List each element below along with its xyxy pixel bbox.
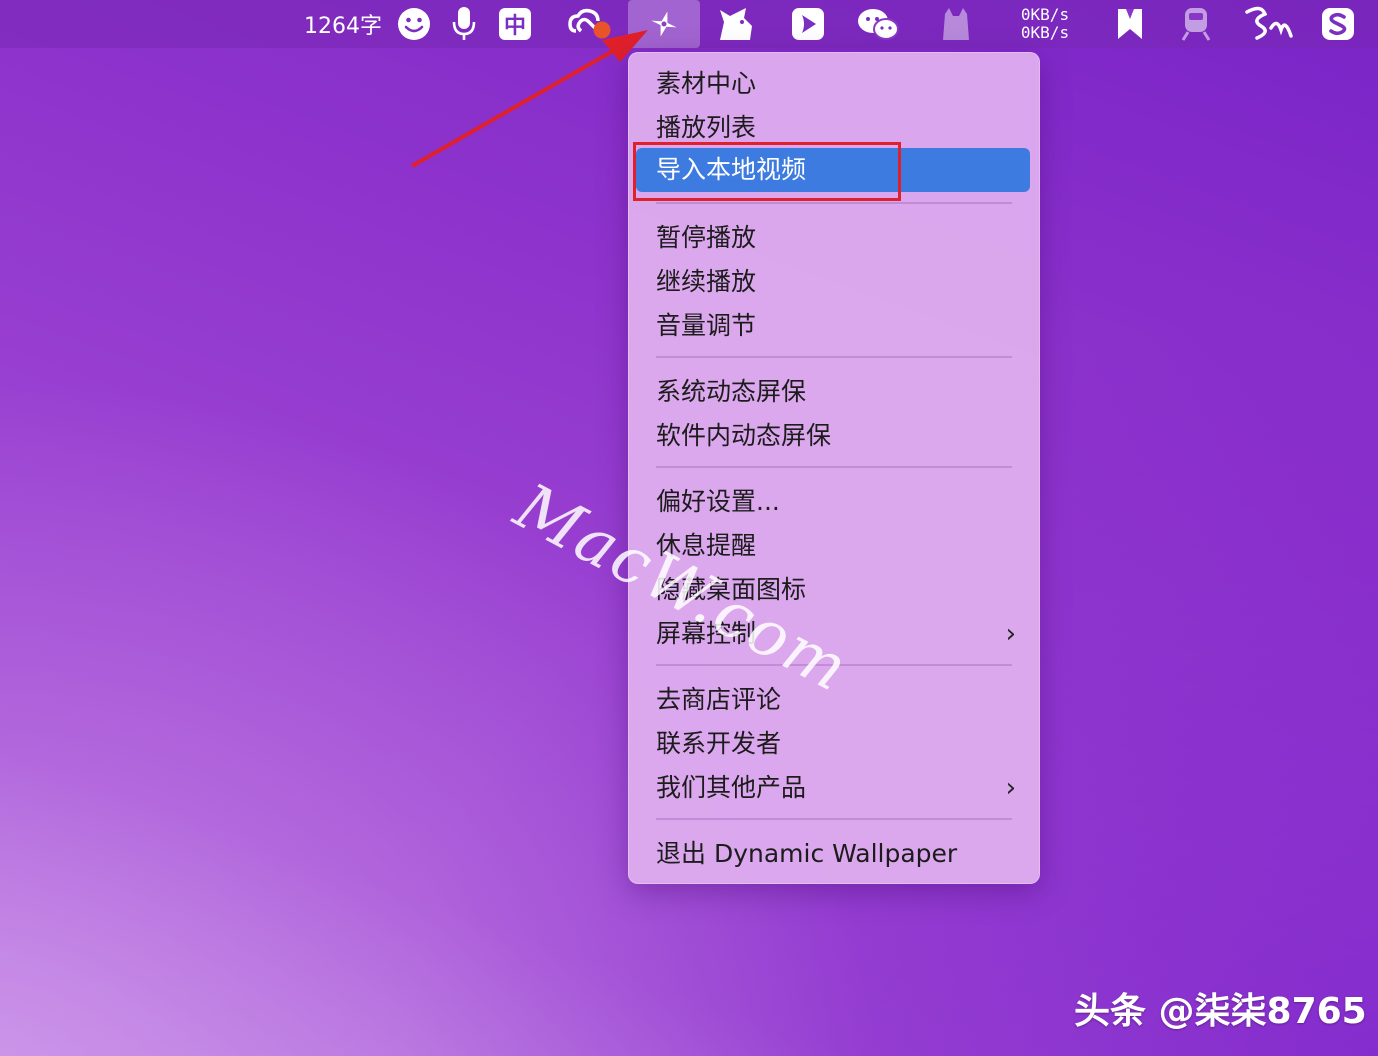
chevron-right-icon: › <box>1005 773 1016 803</box>
chevron-right-icon: › <box>1005 619 1016 649</box>
menu-item-resume[interactable]: 继续播放 <box>656 262 1026 302</box>
menu-item-material-center[interactable]: 素材中心 <box>656 64 1026 104</box>
menu-item-other-products[interactable]: 我们其他产品 › <box>656 768 1026 808</box>
menu-item-app-screensaver[interactable]: 软件内动态屏保 <box>656 416 1026 456</box>
source-credit: 头条 @柒柒8765 <box>1074 991 1367 1032</box>
menu-separator <box>656 818 1012 820</box>
highlight-annotation-box <box>633 142 901 201</box>
menu-separator <box>656 202 1012 204</box>
menu-item-store-review[interactable]: 去商店评论 <box>656 680 1026 720</box>
menu-separator <box>656 466 1012 468</box>
menu-item-system-screensaver[interactable]: 系统动态屏保 <box>656 372 1026 412</box>
menu-item-quit[interactable]: 退出 Dynamic Wallpaper <box>656 834 1026 874</box>
menu-separator <box>656 356 1012 358</box>
menu-item-preferences[interactable]: 偏好设置... <box>656 482 1026 522</box>
menu-item-pause[interactable]: 暂停播放 <box>656 218 1026 258</box>
menu-item-volume[interactable]: 音量调节 <box>656 306 1026 346</box>
menu-item-contact-developer[interactable]: 联系开发者 <box>656 724 1026 764</box>
menu-item-break-reminder[interactable]: 休息提醒 <box>656 526 1026 566</box>
